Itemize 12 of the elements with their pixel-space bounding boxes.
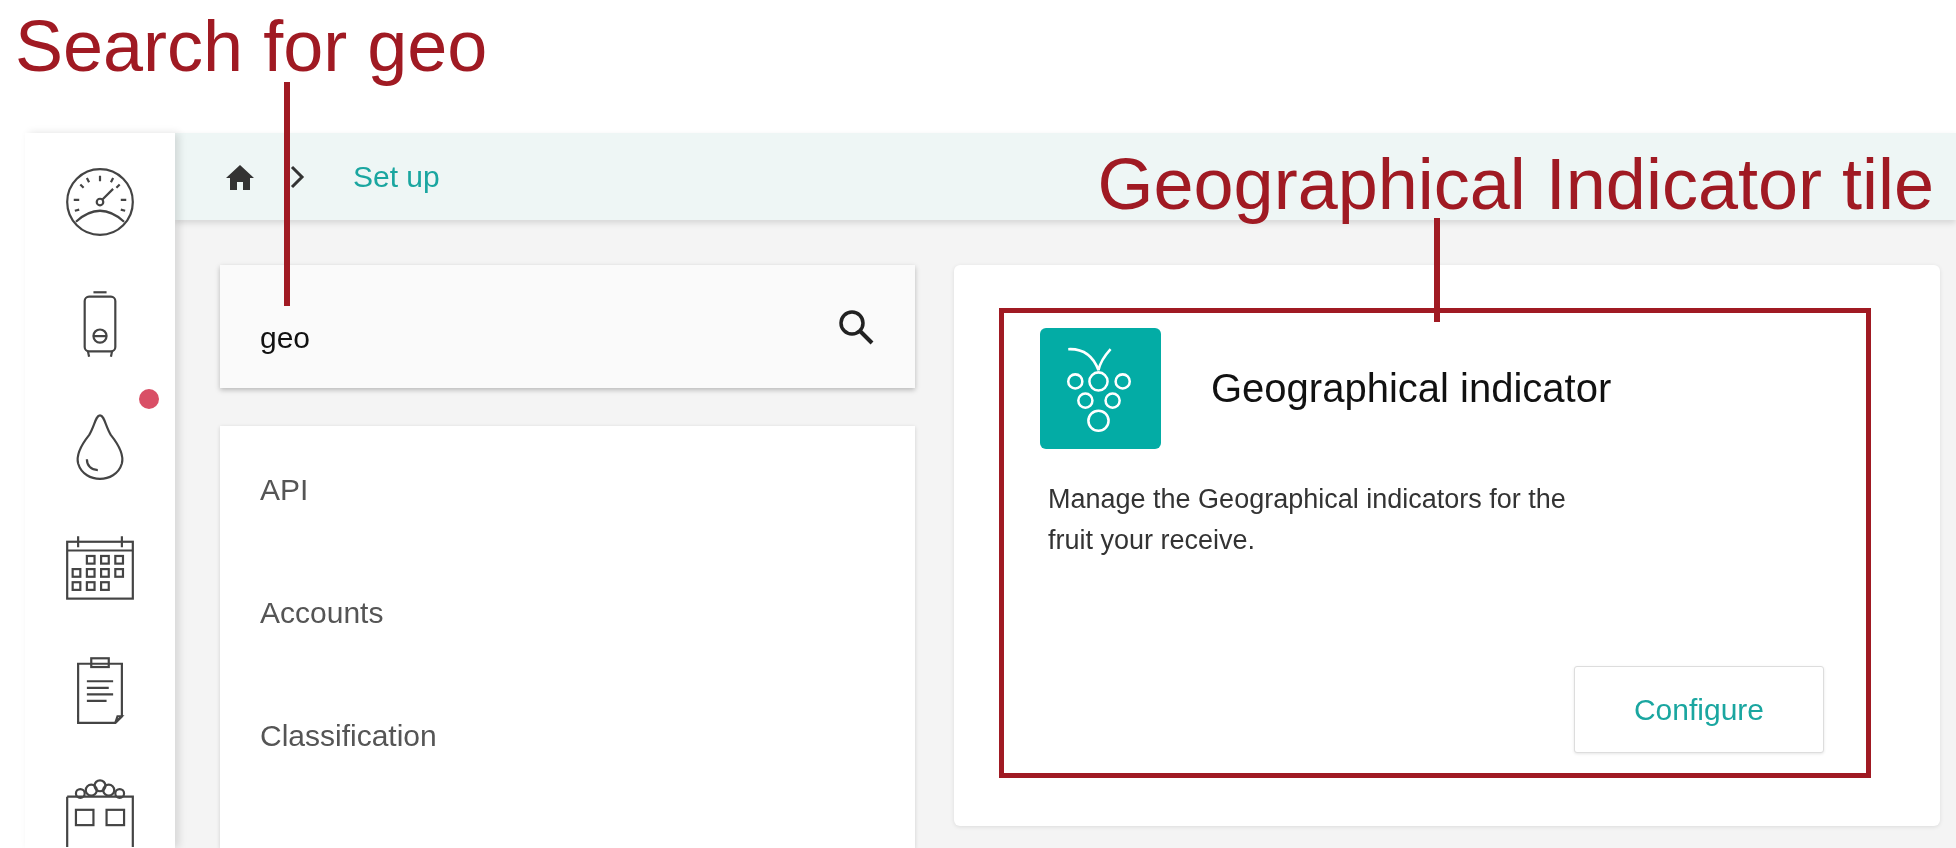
search-field[interactable]: geo <box>260 320 760 355</box>
chevron-icon <box>289 163 305 190</box>
tile-title: Geographical indicator <box>1211 366 1612 411</box>
grapes-icon <box>1040 328 1161 449</box>
home-icon[interactable] <box>225 162 255 191</box>
search-icon[interactable] <box>837 307 875 346</box>
menu-item[interactable]: API <box>220 428 915 551</box>
crate-icon[interactable] <box>65 776 135 848</box>
tile-description: Manage the Geographical indicators for the fruit your receive. <box>1048 483 1567 557</box>
menu-item[interactable]: Accounts <box>220 551 915 674</box>
menu-item[interactable]: Classification <box>220 674 915 797</box>
gauge-icon[interactable] <box>65 166 135 238</box>
